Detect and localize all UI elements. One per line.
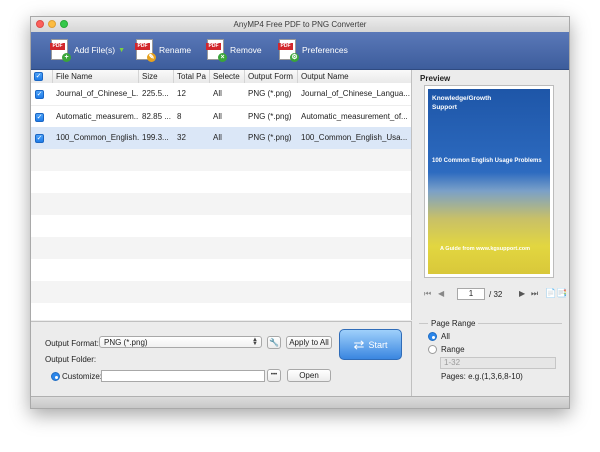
apply-to-all-button[interactable]: Apply to All bbox=[286, 336, 332, 349]
convert-arrows-icon: ⇄ bbox=[353, 336, 365, 352]
row-checkbox[interactable]: ✓ bbox=[35, 134, 44, 143]
selected-pages-cell[interactable]: All bbox=[210, 83, 245, 105]
list-header: ✓ File Name Size Total Pa Selecte Output… bbox=[31, 70, 411, 84]
add-files-button[interactable]: PDF + Add File(s) ▼ bbox=[50, 37, 125, 63]
col-output-name[interactable]: Output Name bbox=[298, 70, 411, 83]
preview-label: Preview bbox=[420, 74, 451, 83]
close-window-button[interactable] bbox=[36, 20, 44, 28]
file-list: ✓ File Name Size Total Pa Selecte Output… bbox=[31, 70, 412, 320]
customize-radio[interactable] bbox=[51, 372, 60, 381]
range-all-radio[interactable] bbox=[428, 332, 437, 341]
remove-button[interactable]: PDF × Remove bbox=[206, 37, 262, 63]
page-range-title: Page Range bbox=[428, 319, 479, 328]
header-select-all[interactable]: ✓ bbox=[31, 70, 53, 83]
preferences-label: Preferences bbox=[302, 45, 348, 55]
start-button[interactable]: ⇄ Start bbox=[339, 329, 402, 360]
output-format-select[interactable]: PNG (*.png) ▲ ▼ bbox=[99, 336, 262, 348]
page-navigation: ⏮ ◀ 1 / 32 ▶ ⏭ 📄 📑 bbox=[424, 288, 567, 302]
cover-subtitle: 100 Common English Usage Problems bbox=[432, 158, 542, 164]
status-bar bbox=[31, 396, 569, 408]
output-format-label: Output Format: bbox=[45, 339, 99, 348]
output-format-cell[interactable]: PNG (*.png) bbox=[245, 127, 298, 149]
minimize-window-button[interactable] bbox=[48, 20, 56, 28]
selected-pages-cell[interactable]: All bbox=[210, 127, 245, 149]
table-row-selected[interactable]: ✓ 100_Common_English... 199.3... 32 All … bbox=[31, 127, 411, 149]
preview-frame: Knowledge/Growth Support 100 Common Engl… bbox=[424, 85, 554, 278]
window-title: AnyMP4 Free PDF to PNG Converter bbox=[233, 20, 367, 29]
output-name-cell[interactable]: Journal_of_Chinese_Langua... bbox=[298, 83, 411, 105]
select-all-checkbox[interactable]: ✓ bbox=[34, 72, 43, 81]
open-folder-button[interactable]: Open bbox=[287, 369, 331, 382]
row-checkbox[interactable]: ✓ bbox=[35, 90, 44, 99]
empty-list-rows bbox=[31, 149, 411, 320]
col-output-format[interactable]: Output Form bbox=[245, 70, 298, 83]
range-custom-label: Range bbox=[441, 345, 465, 354]
customize-label: Customize: bbox=[62, 372, 103, 381]
zoom-window-button[interactable] bbox=[60, 20, 68, 28]
output-name-cell[interactable]: Automatic_measurement_of... bbox=[298, 106, 411, 128]
output-folder-label: Output Folder: bbox=[45, 355, 97, 364]
page-range-input[interactable]: 1-32 bbox=[440, 357, 556, 369]
last-page-icon[interactable]: ⏭ bbox=[531, 289, 538, 299]
app-window: AnyMP4 Free PDF to PNG Converter PDF + A… bbox=[30, 16, 570, 409]
page-number-input[interactable]: 1 bbox=[457, 288, 485, 300]
total-pages-cell: 12 bbox=[177, 89, 186, 98]
browse-folder-button[interactable]: ••• bbox=[267, 369, 281, 382]
preview-panel: Preview Knowledge/Growth Support 100 Com… bbox=[412, 70, 569, 398]
col-file-name[interactable]: File Name bbox=[53, 70, 139, 83]
add-files-label: Add File(s) bbox=[74, 45, 116, 55]
pdf-preferences-icon: PDF ⚙ bbox=[278, 39, 299, 62]
selected-pages-cell[interactable]: All bbox=[210, 106, 245, 128]
file-name-cell: Automatic_measurem... bbox=[56, 112, 139, 121]
pdf-rename-icon: PDF ✎ bbox=[135, 39, 156, 62]
output-format-cell[interactable]: PNG (*.png) bbox=[245, 106, 298, 128]
preferences-button[interactable]: PDF ⚙ Preferences bbox=[278, 37, 348, 63]
col-size[interactable]: Size bbox=[139, 70, 174, 83]
cover-title: Knowledge/Growth Support bbox=[432, 95, 492, 111]
output-folder-input[interactable] bbox=[101, 370, 265, 382]
copy-document-icon[interactable]: 📑 bbox=[556, 288, 567, 299]
col-selected[interactable]: Selecte bbox=[210, 70, 245, 83]
output-settings-panel: Output Format: PNG (*.png) ▲ ▼ 🔧 Apply t… bbox=[31, 321, 412, 399]
start-label: Start bbox=[368, 339, 388, 350]
range-custom-radio[interactable] bbox=[428, 345, 437, 354]
rename-button[interactable]: PDF ✎ Rename bbox=[135, 37, 192, 63]
size-cell: 82.85 ... bbox=[142, 112, 171, 121]
first-page-icon[interactable]: ⏮ bbox=[424, 289, 431, 299]
title-bar: AnyMP4 Free PDF to PNG Converter bbox=[31, 17, 569, 33]
pdf-add-icon: PDF + bbox=[50, 39, 71, 62]
cover-footer: A Guide from www.kgsupport.com bbox=[440, 246, 531, 252]
row-checkbox[interactable]: ✓ bbox=[35, 113, 44, 122]
settings-wrench-button[interactable]: 🔧 bbox=[267, 336, 281, 349]
dropdown-arrow-icon[interactable]: ▼ bbox=[118, 47, 125, 54]
next-page-icon[interactable]: ▶ bbox=[519, 289, 525, 298]
size-cell: 199.3... bbox=[142, 133, 169, 142]
wrench-icon: 🔧 bbox=[269, 338, 279, 347]
file-name-cell: Journal_of_Chinese_L... bbox=[56, 89, 139, 98]
rename-label: Rename bbox=[159, 45, 192, 55]
size-cell: 225.5... bbox=[142, 89, 169, 98]
remove-label: Remove bbox=[230, 45, 262, 55]
prev-page-icon[interactable]: ◀ bbox=[438, 289, 444, 298]
output-name-cell[interactable]: 100_Common_English_Usa... bbox=[298, 127, 411, 149]
toolbar: PDF + Add File(s) ▼ PDF ✎ Rename PDF × R… bbox=[31, 32, 569, 70]
range-all-label: All bbox=[441, 332, 450, 341]
document-icon[interactable]: 📄 bbox=[545, 288, 556, 299]
file-name-cell: 100_Common_English... bbox=[56, 133, 139, 142]
table-row[interactable]: ✓ Automatic_measurem... 82.85 ... 8 All … bbox=[31, 105, 411, 128]
page-total: / 32 bbox=[489, 290, 503, 299]
col-total-pages[interactable]: Total Pa bbox=[174, 70, 210, 83]
table-row[interactable]: ✓ Journal_of_Chinese_L... 225.5... 12 Al… bbox=[31, 83, 411, 105]
output-format-value: PNG (*.png) bbox=[104, 338, 148, 347]
output-format-cell[interactable]: PNG (*.png) bbox=[245, 83, 298, 105]
total-pages-cell: 8 bbox=[177, 112, 182, 121]
updown-arrows-icon-lower: ▼ bbox=[252, 341, 258, 347]
preview-image: Knowledge/Growth Support 100 Common Engl… bbox=[428, 89, 550, 274]
total-pages-cell: 32 bbox=[177, 133, 186, 142]
page-range-hint: Pages: e.g.(1,3,6,8-10) bbox=[441, 372, 523, 381]
pdf-remove-icon: PDF × bbox=[206, 39, 227, 62]
